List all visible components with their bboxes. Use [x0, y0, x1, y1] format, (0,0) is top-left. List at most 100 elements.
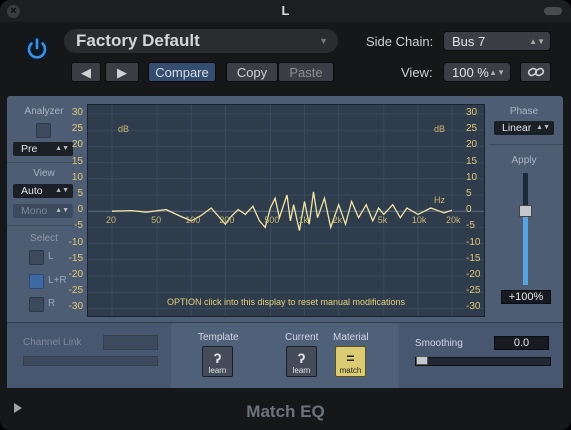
- toolbar-toggle-icon[interactable]: [544, 7, 562, 15]
- preset-name: Factory Default: [76, 31, 200, 50]
- y-tick-left: -15: [68, 252, 83, 264]
- select-r-label: R: [48, 298, 56, 309]
- link-icon: [527, 67, 544, 77]
- y-tick-left: -30: [68, 301, 83, 313]
- y-tick-right: 10: [466, 171, 478, 183]
- match-button[interactable]: = match: [335, 346, 366, 377]
- y-tick-left: -20: [68, 269, 83, 280]
- phase-select[interactable]: Linear ▲▼: [494, 121, 554, 135]
- plugin-name: Match EQ: [246, 402, 325, 421]
- link-button[interactable]: [520, 62, 551, 82]
- template-label: Template: [198, 332, 239, 343]
- select-label: Select: [30, 233, 58, 244]
- smoothing-label: Smoothing: [415, 338, 463, 349]
- reset-hint: OPTION click into this display to reset …: [166, 297, 406, 307]
- view-zoom-select[interactable]: 100 % ▲▼: [443, 62, 511, 82]
- view-label: View:: [401, 65, 433, 80]
- channel-link-value[interactable]: [103, 335, 158, 350]
- x-tick: 20k: [446, 215, 461, 225]
- db-unit-left: dB: [118, 124, 130, 134]
- channel-mode-value: Mono: [21, 205, 48, 217]
- y-tick-right: 5: [466, 188, 472, 199]
- channel-mode-select[interactable]: Mono ▲▼: [13, 204, 73, 218]
- apply-slider-fill: [523, 214, 528, 285]
- select-r-button[interactable]: [29, 297, 44, 312]
- phase-value: Linear: [502, 122, 532, 134]
- power-icon[interactable]: [22, 34, 52, 64]
- hz-unit: Hz: [434, 195, 445, 205]
- updown-icon: ▲▼: [489, 68, 505, 77]
- y-tick-right: -25: [466, 285, 481, 297]
- y-tick-right: 20: [466, 139, 478, 151]
- y-tick-left: 25: [71, 123, 83, 135]
- x-tick: 5k: [377, 215, 388, 225]
- current-learn-label: learn: [292, 366, 311, 375]
- chevron-down-icon: ▼: [319, 36, 328, 46]
- y-tick-left: -5: [74, 220, 83, 232]
- x-tick: 100: [185, 215, 201, 225]
- paste-button[interactable]: Paste: [278, 62, 334, 82]
- copy-button[interactable]: Copy: [226, 62, 278, 82]
- plugin-window: × L Factory Default ▼ Side Chain: Bus 7 …: [0, 0, 571, 430]
- y-tick-left: 0: [77, 204, 83, 216]
- x-tick: 50: [151, 215, 162, 225]
- x-tick: 2k: [332, 215, 343, 225]
- smoothing-value[interactable]: 0.0: [494, 336, 549, 350]
- view-zoom-value: 100 %: [452, 65, 489, 80]
- select-lr-button[interactable]: [29, 274, 44, 289]
- compare-button[interactable]: Compare: [148, 62, 216, 82]
- next-preset-button[interactable]: ▶: [105, 62, 139, 82]
- y-tick-left: 30: [71, 107, 83, 118]
- select-lr-label: L+R: [48, 275, 67, 286]
- y-tick-right: -5: [466, 220, 475, 232]
- y-tick-right: -20: [466, 269, 481, 280]
- x-tick: 1k: [298, 215, 309, 225]
- y-tick-left: 10: [71, 171, 83, 183]
- template-learn-button[interactable]: ʔ learn: [202, 346, 233, 377]
- select-l-label: L: [48, 251, 54, 262]
- y-tick-right: -10: [466, 236, 481, 248]
- phase-label: Phase: [509, 106, 539, 117]
- ear-icon: ʔ: [297, 350, 306, 366]
- template-learn-label: learn: [208, 366, 227, 375]
- previous-preset-button[interactable]: ◀: [71, 62, 101, 82]
- window-title: L: [281, 3, 290, 18]
- apply-value[interactable]: +100%: [501, 290, 551, 304]
- apply-slider-handle[interactable]: [519, 205, 532, 217]
- analyzer-mode-select[interactable]: Pre ▲▼: [13, 142, 73, 156]
- arrow-left-icon: ◀: [81, 65, 91, 80]
- select-l-button[interactable]: [29, 250, 44, 265]
- x-tick: 500: [264, 215, 280, 225]
- analyzer-mode-value: Pre: [21, 143, 38, 155]
- side-chain-value: Bus 7: [452, 34, 486, 49]
- current-learn-button[interactable]: ʔ learn: [286, 346, 317, 377]
- preset-menu[interactable]: Factory Default ▼: [64, 29, 338, 53]
- y-tick-right: -15: [466, 252, 481, 264]
- db-unit-right: dB: [434, 124, 446, 134]
- x-tick: 20: [106, 215, 117, 225]
- analyzer-toggle[interactable]: [36, 123, 51, 138]
- y-tick-right: -30: [466, 301, 481, 313]
- equals-icon: =: [346, 350, 355, 366]
- apply-label: Apply: [511, 155, 537, 166]
- y-tick-right: 0: [466, 204, 472, 216]
- smoothing-slider[interactable]: [415, 357, 551, 366]
- y-tick-left: -25: [68, 285, 83, 297]
- view-section-label: View: [33, 168, 55, 179]
- y-tick-left: -10: [68, 236, 83, 248]
- side-chain-label: Side Chain:: [366, 34, 434, 49]
- eq-display[interactable]: dB dB Hz OPTION click into this display …: [87, 104, 485, 317]
- view-mode-select[interactable]: Auto ▲▼: [13, 184, 73, 198]
- ear-icon: ʔ: [213, 350, 222, 366]
- eq-curve-area: [88, 105, 484, 316]
- x-tick: 200: [219, 215, 235, 225]
- material-label: Material: [333, 332, 369, 343]
- analyzer-label: Analyzer: [24, 106, 64, 117]
- smoothing-slider-handle[interactable]: [416, 356, 428, 365]
- channel-link-section: Channel Link: [7, 323, 171, 388]
- learn-section: Template Current Material ʔ learn ʔ lear…: [172, 323, 398, 388]
- side-chain-select[interactable]: Bus 7 ▲▼: [443, 31, 551, 51]
- smoothing-section: Smoothing 0.0: [399, 323, 563, 388]
- channel-link-slider[interactable]: [23, 356, 158, 366]
- divider: [489, 144, 563, 145]
